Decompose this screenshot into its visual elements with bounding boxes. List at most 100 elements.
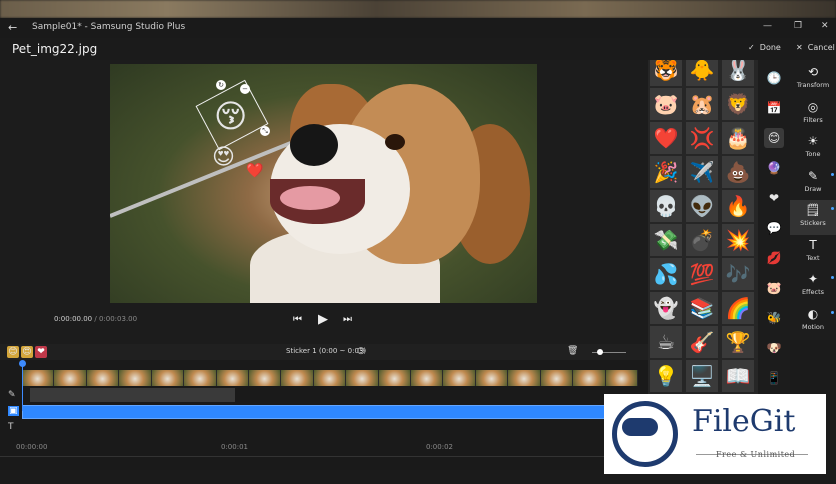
- rotate-handle-icon[interactable]: ↻: [216, 80, 226, 90]
- playhead-handle[interactable]: [19, 360, 26, 367]
- dog-nose: [290, 124, 338, 166]
- back-icon[interactable]: ←: [8, 21, 17, 34]
- text-track-icon: T: [8, 422, 14, 432]
- sticker-cell[interactable]: 🔥: [722, 190, 754, 222]
- sticker-category-6[interactable]: 💋: [764, 248, 784, 268]
- sticker-kiss[interactable]: 😚: [214, 100, 247, 132]
- sticker-cell[interactable]: 📖: [722, 360, 754, 392]
- sticker-cell[interactable]: 🐥: [686, 60, 718, 86]
- checkmark-icon: ✓: [748, 43, 755, 52]
- sticker-category-2[interactable]: 😊: [764, 128, 784, 148]
- sticker-category-5[interactable]: 💬: [764, 218, 784, 238]
- sticker-cell[interactable]: 💦: [650, 258, 682, 290]
- sticker-cell[interactable]: 💸: [650, 224, 682, 256]
- minimize-icon[interactable]: —: [763, 21, 772, 31]
- tool-stickers[interactable]: 🗒 Stickers: [790, 200, 836, 235]
- sticker-category-10[interactable]: 📱: [764, 368, 784, 388]
- sticker-cell[interactable]: ❤️: [650, 122, 682, 154]
- tool-draw[interactable]: ✎ Draw: [790, 166, 836, 201]
- done-label: Done: [759, 43, 781, 52]
- time-separator: /: [94, 315, 97, 323]
- sticker-category-9[interactable]: 🐶: [764, 338, 784, 358]
- tool-tone[interactable]: ☀ Tone: [790, 131, 836, 166]
- sticker-panel: 🐯 🐥 🐰 🐷 🐹 🦁 ❤️ 💢 🎂 🎉 ✈️ 💩 💀 👽 🔥 💸 💣 💥 💦 💯 🎶 👻 📚 🌈 ☕ 🎸 🏆 💡 🖥️ 📖: [648, 60, 758, 400]
- sticker-cell[interactable]: 🖥️: [686, 360, 718, 392]
- sticker-cell[interactable]: 🏆: [722, 326, 754, 358]
- next-frame-icon[interactable]: ⏭: [343, 314, 352, 325]
- window-title: Sample01* - Samsung Studio Plus: [32, 22, 186, 32]
- motion-icon: ◐: [807, 306, 819, 321]
- playback-controls: 0:00:00.00 / 0:00:03.00 ⏮ ▶ ⏭: [0, 305, 648, 335]
- resize-handle-icon[interactable]: ⤡: [260, 126, 270, 136]
- sticker-cell[interactable]: 💩: [722, 156, 754, 188]
- sticker-heart[interactable]: ❤️: [246, 164, 263, 178]
- sticker-cell[interactable]: ☕: [650, 326, 682, 358]
- watermark-name: FileGit: [692, 404, 796, 439]
- mini-sticker-2[interactable]: 😍: [21, 346, 33, 358]
- sticker-cell[interactable]: 🎸: [686, 326, 718, 358]
- ruler-label-2: 0:00:02: [426, 443, 453, 451]
- sticker-clip[interactable]: [22, 405, 638, 419]
- sticker-cell[interactable]: 👻: [650, 292, 682, 324]
- sticker-cell[interactable]: 💣: [686, 224, 718, 256]
- cloud-icon: [622, 418, 658, 436]
- sticker-cell[interactable]: 🎶: [722, 258, 754, 290]
- sticker-category-0[interactable]: 🕒: [764, 68, 784, 88]
- tool-filters[interactable]: ◎ Filters: [790, 97, 836, 132]
- sticker-categories: 🕒 📅 😊 🔮 ❤ 💬 💋 🐷 🐝 🐶 📱: [758, 60, 790, 400]
- draw-clip[interactable]: [30, 388, 235, 402]
- playhead[interactable]: [22, 361, 23, 411]
- sticker-category-3[interactable]: 🔮: [764, 158, 784, 178]
- sticker-category-4[interactable]: ❤: [764, 188, 784, 208]
- delete-handle-icon[interactable]: −: [240, 84, 250, 94]
- tool-label: Draw: [804, 184, 822, 193]
- active-dot: [831, 276, 834, 279]
- sticker-time-label: Sticker 1 (0:00 ~ 0:03): [286, 347, 367, 355]
- done-button[interactable]: ✓ Done: [748, 43, 781, 52]
- sticker-category-7[interactable]: 🐷: [764, 278, 784, 298]
- tool-effects[interactable]: ✦ Effects: [790, 269, 836, 304]
- leash: [110, 139, 297, 218]
- close-icon[interactable]: ✕: [821, 21, 829, 31]
- zoom-slider-thumb[interactable]: [597, 349, 603, 355]
- tool-text[interactable]: T Text: [790, 235, 836, 270]
- draw-track-icon: ✎: [8, 390, 16, 400]
- sticker-heart-eyes[interactable]: 😍: [212, 147, 235, 169]
- cancel-button[interactable]: ✕ Cancel: [796, 43, 835, 52]
- sticker-track-icon: ▣: [8, 406, 19, 416]
- tool-transform[interactable]: ⟲ Transform: [790, 62, 836, 97]
- sticker-category-8[interactable]: 🐝: [764, 308, 784, 328]
- timeline-header: 😊 😍 ❤ Sticker 1 (0:00 ~ 0:03) ◷ 🗑: [0, 344, 648, 360]
- sticker-cell[interactable]: 🎂: [722, 122, 754, 154]
- sticker-cell[interactable]: 🌈: [722, 292, 754, 324]
- sticker-cell[interactable]: 💢: [686, 122, 718, 154]
- clock-icon[interactable]: ◷: [357, 346, 365, 356]
- play-icon[interactable]: ▶: [318, 312, 328, 327]
- file-name: Pet_img22.jpg: [12, 42, 98, 56]
- sticker-cell[interactable]: ✈️: [686, 156, 718, 188]
- trash-icon[interactable]: 🗑: [567, 346, 578, 356]
- sticker-cell[interactable]: 🦁: [722, 88, 754, 120]
- cancel-icon: ✕: [796, 43, 803, 52]
- video-filmstrip[interactable]: [22, 370, 638, 386]
- sticker-cell[interactable]: 💡: [650, 360, 682, 392]
- sticker-cell[interactable]: 🐰: [722, 60, 754, 86]
- previous-frame-icon[interactable]: ⏮: [293, 314, 302, 325]
- sticker-cell[interactable]: 🐹: [686, 88, 718, 120]
- sticker-cell[interactable]: 💀: [650, 190, 682, 222]
- sticker-category-1[interactable]: 📅: [764, 98, 784, 118]
- photo-canvas[interactable]: [110, 64, 537, 303]
- mini-sticker-3[interactable]: ❤: [35, 346, 47, 358]
- sticker-cell[interactable]: 💯: [686, 258, 718, 290]
- tool-label: Transform: [796, 81, 830, 89]
- sticker-cell[interactable]: 👽: [686, 190, 718, 222]
- sticker-cell[interactable]: 🐷: [650, 88, 682, 120]
- mini-sticker-1[interactable]: 😊: [7, 346, 19, 358]
- active-dot: [831, 207, 834, 210]
- tool-motion[interactable]: ◐ Motion: [790, 304, 836, 339]
- sticker-cell[interactable]: 📚: [686, 292, 718, 324]
- sticker-cell[interactable]: 🐯: [650, 60, 682, 86]
- sticker-cell[interactable]: 🎉: [650, 156, 682, 188]
- maximize-icon[interactable]: ❐: [794, 21, 802, 31]
- sticker-cell[interactable]: 💥: [722, 224, 754, 256]
